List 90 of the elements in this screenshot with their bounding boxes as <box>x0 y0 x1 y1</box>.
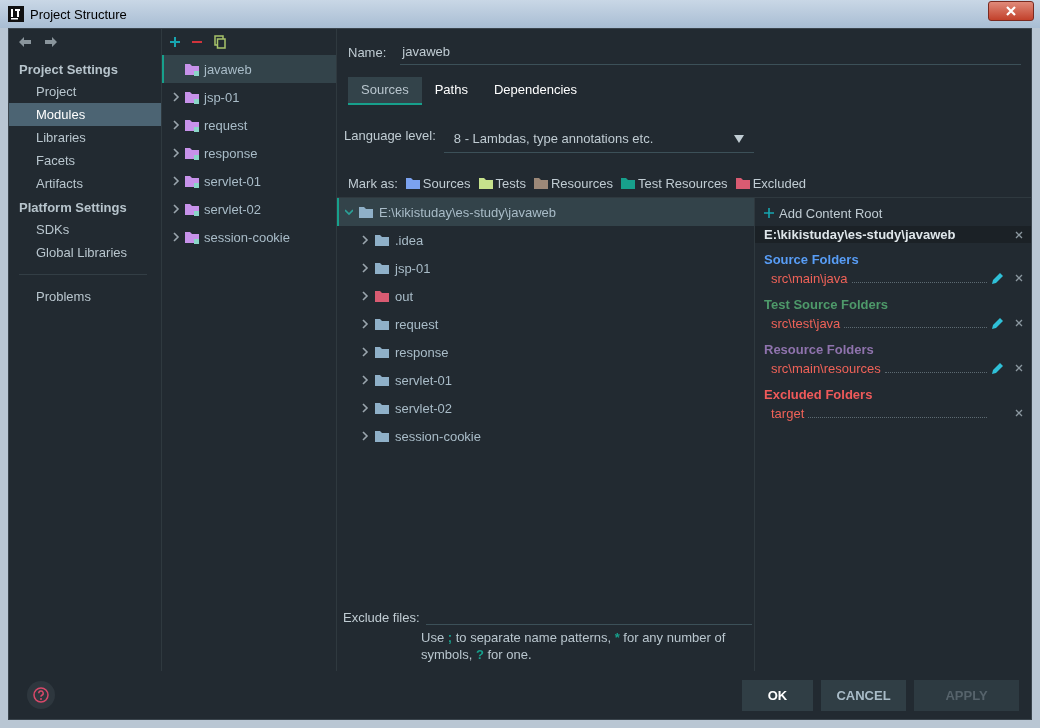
dialog-button[interactable]: CANCEL <box>821 679 906 711</box>
dialog-button[interactable]: OK <box>742 679 813 711</box>
close-icon <box>1015 230 1023 239</box>
tree-item[interactable]: out <box>395 288 414 304</box>
mark-as-button[interactable]: Tests <box>478 175 526 191</box>
close-icon <box>1006 6 1016 16</box>
nav-item[interactable]: Global Libraries <box>9 241 161 264</box>
tab[interactable]: Dependencies <box>480 77 591 105</box>
module-name[interactable]: request <box>204 117 248 133</box>
tree-item[interactable]: servlet-01 <box>395 372 453 388</box>
mark-as-button[interactable]: Excluded <box>735 175 807 191</box>
module-folder-icon <box>185 174 199 188</box>
section-heading: Project Settings <box>18 61 119 79</box>
tree-item[interactable]: response <box>395 344 449 360</box>
folder-path: src\test\java <box>771 315 841 331</box>
field-label: Language level: <box>344 127 436 143</box>
nav-item[interactable]: Project <box>9 80 161 103</box>
module-folder-icon <box>185 146 199 160</box>
mark-as-button[interactable]: Test Resources <box>621 175 728 191</box>
add-content-root-button[interactable]: Add Content Root <box>755 198 1031 222</box>
plus-icon <box>170 37 180 47</box>
name-field[interactable]: javaweb <box>400 39 1021 65</box>
edit-button[interactable] <box>991 271 1004 285</box>
remove-button[interactable] <box>1015 274 1023 282</box>
module-folder-icon <box>185 202 199 216</box>
question-icon <box>33 687 49 703</box>
module-folder-icon <box>185 118 199 132</box>
close-button[interactable] <box>988 1 1034 21</box>
module-name[interactable]: response <box>204 145 258 161</box>
field-label: Exclude files: <box>343 610 420 625</box>
content-root-path: E:\kikistuday\es-study\javaweb <box>764 227 956 242</box>
module-folder-icon <box>185 230 199 244</box>
folder-path: src\main\java <box>771 270 848 286</box>
tree-item[interactable]: servlet-02 <box>395 400 453 416</box>
arrow-left-icon <box>19 37 31 47</box>
field-label: Name: <box>348 44 387 60</box>
plus-icon <box>764 208 774 218</box>
module-name[interactable]: session-cookie <box>204 229 290 245</box>
nav-item[interactable]: Modules <box>9 103 161 126</box>
tree-item[interactable]: request <box>395 316 439 332</box>
nav-item[interactable]: Problems <box>9 285 161 308</box>
remove-button[interactable] <box>1015 364 1023 372</box>
module-name[interactable]: jsp-01 <box>204 89 240 105</box>
module-folder-icon <box>185 62 199 76</box>
folder-group-title: Test Source Folders <box>763 296 889 313</box>
copy-icon <box>214 35 226 49</box>
close-icon <box>1015 364 1023 372</box>
folder-group-title: Source Folders <box>763 251 860 268</box>
close-icon <box>1015 319 1023 327</box>
field-label: Mark as: <box>348 175 398 191</box>
nav-item[interactable]: Libraries <box>9 126 161 149</box>
edit-button[interactable] <box>991 361 1004 375</box>
folder-icon <box>359 205 373 219</box>
copy-button[interactable] <box>214 35 226 49</box>
folder-group-title: Excluded Folders <box>763 386 874 403</box>
folder-group-title: Resource Folders <box>763 341 875 358</box>
remove-button[interactable] <box>1015 230 1023 239</box>
nav-item[interactable]: SDKs <box>9 218 161 241</box>
mark-as-button[interactable]: Sources <box>405 175 471 191</box>
language-level-dropdown[interactable]: 8 - Lambdas, type annotations etc. <box>443 125 754 153</box>
nav-item[interactable]: Artifacts <box>9 172 161 195</box>
tab[interactable]: Sources <box>348 77 422 105</box>
mark-as-button[interactable]: Resources <box>533 175 614 191</box>
folder-path: target <box>771 405 805 421</box>
remove-button[interactable] <box>1015 409 1023 417</box>
module-name[interactable]: servlet-01 <box>204 173 262 189</box>
edit-button[interactable] <box>991 316 1004 330</box>
nav-item[interactable]: Facets <box>9 149 161 172</box>
hint-text: Use ; to separate name patterns, * for any number of symbols, ? for one. <box>420 629 727 664</box>
tree-item[interactable]: session-cookie <box>395 428 481 444</box>
arrow-right-icon <box>45 37 57 47</box>
help-button[interactable] <box>27 681 55 709</box>
pencil-icon <box>991 361 1004 375</box>
pencil-icon <box>991 271 1004 285</box>
pencil-icon <box>991 316 1004 330</box>
folder-path: src\main\resources <box>771 360 881 376</box>
tree-item[interactable]: .idea <box>395 232 424 248</box>
module-name[interactable]: servlet-02 <box>204 201 262 217</box>
module-name[interactable]: javaweb <box>204 61 252 77</box>
dropdown-arrow-icon <box>733 134 744 143</box>
add-button[interactable] <box>170 37 180 47</box>
app-logo-icon <box>8 6 24 22</box>
close-icon <box>1015 274 1023 282</box>
tab[interactable]: Paths <box>421 77 481 105</box>
section-heading: Platform Settings <box>18 199 128 217</box>
remove-button[interactable] <box>1015 319 1023 327</box>
close-icon <box>1015 409 1023 417</box>
tree-item[interactable]: jsp-01 <box>395 260 431 276</box>
module-folder-icon <box>185 90 199 104</box>
window-title: Project Structure <box>30 6 128 22</box>
